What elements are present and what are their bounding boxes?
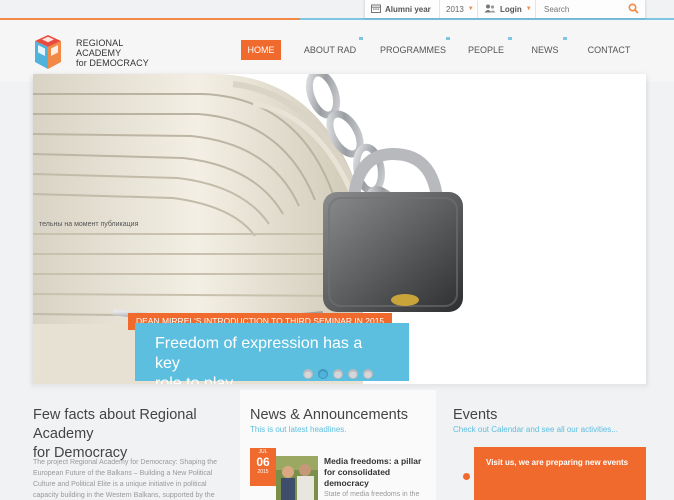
slider-dot-1[interactable] (303, 369, 313, 379)
login-label: Login (500, 4, 522, 14)
nav-indicator-dot (359, 37, 363, 40)
facts-text-line: The project Regional Academy for Democra… (33, 459, 218, 466)
events-section: Events Check out Calendar and see all ou… (441, 390, 646, 500)
alumni-year-selector[interactable]: Alumni year (365, 0, 440, 18)
facts-section: Few facts about Regional Academy for Dem… (33, 390, 235, 500)
facts-title: Few facts about Regional Academy for Dem… (33, 406, 233, 463)
news-snippet: State of media freedoms in the (324, 491, 420, 498)
utility-bar: Alumni year 2013 ▼ Login ▼ (364, 0, 646, 18)
nav-indicator-dot (563, 37, 567, 40)
slider-dot-4[interactable] (348, 369, 358, 379)
news-date-day: 06 (256, 455, 270, 469)
news-subtitle: This is out latest headlines. (250, 425, 347, 434)
hero-caption-line-1: Freedom of expression has a key (155, 335, 363, 372)
facts-text: The project Regional Academy for Democra… (33, 457, 229, 500)
calendar-icon (371, 4, 381, 15)
news-headline-line: for consolidated (324, 467, 391, 477)
search-icon[interactable] (628, 2, 639, 16)
slider-dot-2[interactable] (318, 369, 328, 379)
users-icon (484, 4, 496, 15)
news-title: News & Announcements (250, 407, 408, 423)
site-header: REGIONAL ACADEMY for DEMOCRACY HOME ABOU… (0, 20, 674, 82)
nav-indicator-dot (446, 37, 450, 40)
news-thumbnail[interactable] (276, 456, 318, 500)
news-date-year: 2015 (257, 469, 269, 475)
hero-slider[interactable]: тельны на момент публикация DEAN MIRREL'… (33, 74, 646, 384)
news-date-badge: JUL 06 2015 (250, 448, 276, 486)
nav-item-programmes[interactable]: PROGRAMMES (380, 40, 446, 60)
facts-text-line: European Future of the Balkans – Buildin… (33, 470, 213, 477)
news-headline-line: democracy (324, 478, 369, 488)
events-bullet-icon (463, 473, 470, 480)
events-subtitle[interactable]: Check out Calendar and see all our activ… (453, 425, 618, 434)
chevron-down-icon: ▼ (525, 6, 532, 12)
alumni-year-label: Alumni year (385, 4, 431, 14)
facts-title-line-1: Few facts about Regional Academy (33, 407, 197, 442)
events-title: Events (453, 407, 498, 423)
news-section: News & Announcements This is out latest … (240, 390, 436, 500)
chevron-down-icon: ▼ (467, 6, 474, 12)
nav-item-people[interactable]: PEOPLE (466, 40, 506, 60)
newspaper-text: тельны на момент публикация (39, 220, 139, 228)
search-input[interactable] (544, 4, 624, 14)
news-headline-line: Media freedoms: a pillar (324, 456, 422, 466)
nav-item-contact[interactable]: CONTACT (585, 40, 633, 60)
nav-item-news[interactable]: NEWS (529, 40, 561, 60)
news-headline[interactable]: Media freedoms: a pillar for consolidate… (324, 456, 434, 489)
events-notice[interactable]: Visit us, we are preparing new events (474, 447, 646, 500)
slider-pagination (303, 369, 373, 379)
alumni-year-dropdown[interactable]: 2013 ▼ (440, 0, 478, 18)
slider-dot-3[interactable] (333, 369, 343, 379)
nav-item-about-rad[interactable]: ABOUT RAD (302, 40, 358, 60)
slider-dot-5[interactable] (363, 369, 373, 379)
facts-text-line: capacity building in the Western Balkans… (33, 492, 215, 499)
nav-item-home[interactable]: HOME (241, 40, 281, 60)
alumni-year-value: 2013 (446, 4, 464, 14)
login-button[interactable]: Login ▼ (478, 0, 536, 18)
nav-indicator-dot (508, 37, 512, 40)
main-nav: HOME ABOUT RAD PROGRAMMES PEOPLE NEWS CO… (0, 37, 674, 60)
facts-text-line: Culture and Political Elite is a unique … (33, 481, 207, 488)
search-box (536, 0, 645, 18)
